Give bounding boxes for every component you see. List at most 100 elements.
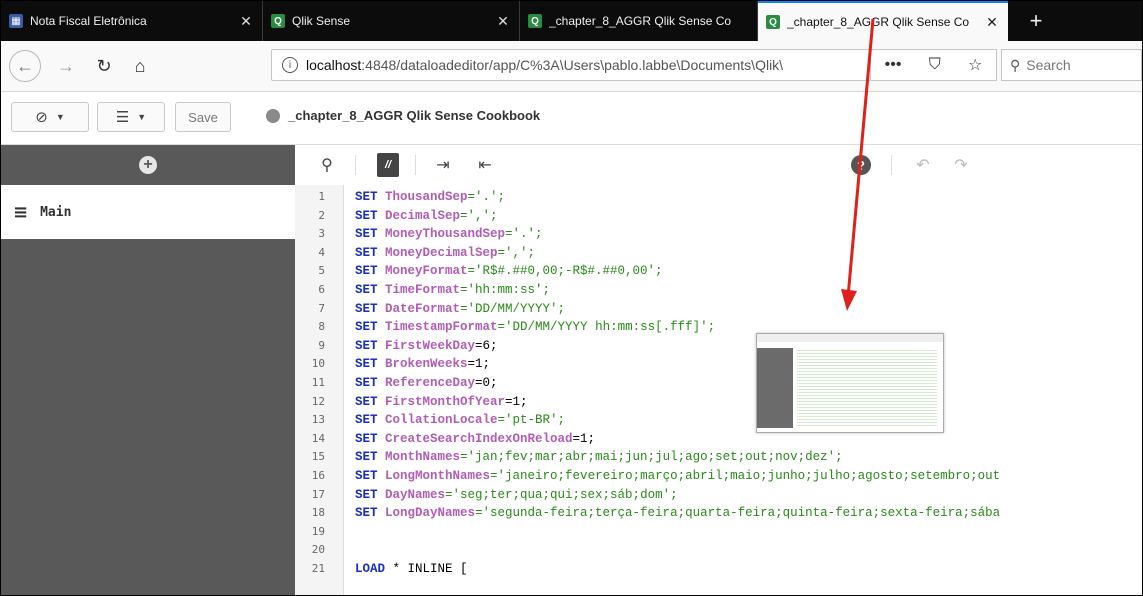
app-title: _chapter_8_AGGR Qlik Sense Cookbook: [266, 108, 540, 123]
code-line[interactable]: SET MonthNames='jan;fev;mar;abr;mai;jun;…: [355, 448, 843, 467]
global-menu-button[interactable]: ☰ ▼: [97, 102, 165, 132]
search-icon[interactable]: ⚲: [315, 153, 339, 177]
search-placeholder: Search: [1026, 57, 1071, 73]
code-line[interactable]: SET TimestampFormat='DD/MM/YYYY hh:mm:ss…: [355, 318, 715, 337]
code-value: ='DD/MM/YYYY';: [460, 301, 566, 316]
list-menu-icon: ☰: [115, 109, 130, 126]
tab-title: _chapter_8_AGGR Qlik Sense Co: [549, 14, 732, 28]
tab-strip: ▦ Nota Fiscal Eletrônica ✕ Q Qlik Sense …: [1, 1, 1142, 41]
code-keyword: LOAD: [355, 562, 386, 576]
code-keyword: SET: [355, 320, 386, 335]
code-variable: FirstWeekDay: [385, 338, 476, 353]
code-value: =',';: [460, 208, 498, 223]
thumbnail-sidebar: [757, 348, 793, 428]
tab-chapter-8-inactive[interactable]: Q _chapter_8_AGGR Qlik Sense Co: [520, 1, 758, 41]
more-actions-icon[interactable]: •••: [885, 56, 902, 74]
code-keyword: SET: [355, 190, 386, 204]
line-number: 8: [318, 320, 325, 334]
code-keyword: SET: [355, 506, 386, 521]
close-tab-icon[interactable]: ✕: [238, 13, 254, 30]
outdent-icon[interactable]: ⇤: [473, 153, 497, 177]
tab-chapter-8-active[interactable]: Q _chapter_8_AGGR Qlik Sense Co ✕: [758, 1, 1008, 41]
home-icon: ⌂: [134, 55, 146, 76]
code-line[interactable]: SET FirstWeekDay=6;: [355, 337, 498, 356]
code-keyword: SET: [355, 283, 386, 297]
new-tab-button[interactable]: +: [1016, 1, 1056, 41]
forward-button[interactable]: →: [51, 51, 81, 81]
code-line[interactable]: SET TimeFormat='hh:mm:ss';: [355, 281, 550, 300]
code-line[interactable]: SET BrokenWeeks=1;: [355, 355, 490, 374]
code-line[interactable]: SET ThousandSep='.';: [355, 188, 505, 207]
code-line[interactable]: SET FirstMonthOfYear=1;: [355, 393, 528, 412]
line-number: 14: [311, 431, 325, 445]
line-number: 5: [318, 264, 325, 278]
code-line[interactable]: SET CreateSearchIndexOnReload=1;: [355, 430, 595, 449]
add-section-plus-icon[interactable]: +: [139, 156, 157, 174]
code-keyword: SET: [355, 357, 386, 372]
comment-toggle-icon[interactable]: //: [377, 153, 399, 177]
code-line[interactable]: SET DateFormat='DD/MM/YYYY';: [355, 300, 565, 319]
tab-nota-fiscal[interactable]: ▦ Nota Fiscal Eletrônica ✕: [1, 1, 263, 41]
indent-icon[interactable]: ⇥: [431, 153, 455, 177]
save-button[interactable]: Save: [175, 102, 231, 132]
browser-window: ▦ Nota Fiscal Eletrônica ✕ Q Qlik Sense …: [0, 0, 1143, 596]
reload-icon: ↻: [96, 55, 112, 76]
code-variable: DayNames: [385, 487, 446, 502]
close-tab-icon[interactable]: ✕: [495, 13, 511, 30]
line-number: 12: [311, 394, 325, 408]
search-input[interactable]: ⚲ Search: [1001, 49, 1142, 81]
code-line[interactable]: SET DayNames='seg;ter;qua;qui;sex;sáb;do…: [355, 486, 678, 505]
qlik-favicon-icon: Q: [766, 15, 780, 29]
thumbnail-code: [797, 348, 937, 428]
drag-handle-icon[interactable]: ≡: [13, 202, 28, 223]
undo-icon[interactable]: ↶: [911, 153, 935, 177]
code-line[interactable]: SET MoneyFormat='R$#.##0,00;-R$#.##0,00'…: [355, 262, 663, 281]
line-number: 3: [318, 227, 325, 241]
redo-icon[interactable]: ↷: [949, 153, 973, 177]
code-line[interactable]: SET DecimalSep=',';: [355, 207, 498, 226]
code-variable: TimeFormat: [385, 283, 461, 297]
url-bar[interactable]: i localhost:4848/dataloadeditor/app/C%3A…: [271, 49, 871, 81]
code-keyword: SET: [355, 413, 386, 428]
info-icon[interactable]: i: [282, 57, 298, 73]
bookmark-star-icon[interactable]: ☆: [968, 55, 982, 75]
toolbar-divider: [415, 155, 416, 175]
code-line[interactable]: SET CollationLocale='pt-BR';: [355, 411, 565, 430]
chevron-down-icon: ▼: [55, 112, 65, 122]
line-number: 11: [311, 376, 325, 389]
code-keyword: SET: [355, 264, 386, 279]
code-line[interactable]: SET LongMonthNames='janeiro;fevereiro;ma…: [355, 467, 1000, 486]
close-tab-icon[interactable]: ✕: [984, 14, 1000, 31]
code-keyword: SET: [355, 450, 386, 465]
navigation-menu-button[interactable]: ⊘ ▼: [11, 102, 89, 132]
code-line[interactable]: SET ReferenceDay=0;: [355, 374, 498, 393]
home-button[interactable]: ⌂: [125, 51, 155, 81]
toolbar-divider: [355, 155, 356, 175]
sections-panel: ≡ Main: [1, 185, 295, 595]
code-line[interactable]: SET LongDayNames='segunda-feira;terça-fe…: [355, 504, 1000, 523]
back-button[interactable]: ←: [9, 50, 41, 82]
pocket-icon[interactable]: ⛉: [929, 56, 941, 74]
section-item-main[interactable]: ≡ Main: [1, 185, 295, 239]
reload-button[interactable]: ↻: [89, 51, 119, 81]
code-value: * INLINE [: [385, 562, 468, 576]
script-editor[interactable]: 1 2 3 4 5 6 7 8 9 10 11 12 13 14 15 16 17 18 19 20 21 SET Th…: [295, 185, 1142, 595]
code-line[interactable]: SET MoneyDecimalSep=',';: [355, 244, 535, 263]
code-variable: TimestampFormat: [385, 320, 498, 335]
qlik-favicon-icon: Q: [271, 14, 285, 28]
code-variable: MonthNames: [385, 450, 461, 465]
code-keyword: SET: [355, 245, 386, 260]
section-label: Main: [40, 204, 72, 220]
code-variable: LongDayNames: [385, 506, 476, 521]
tab-title: _chapter_8_AGGR Qlik Sense Co: [787, 15, 970, 29]
app-status-icon: [266, 108, 280, 123]
code-variable: CollationLocale: [385, 413, 498, 428]
code-value: =1;: [572, 431, 596, 446]
tab-qlik-sense[interactable]: Q Qlik Sense ✕: [263, 1, 520, 41]
line-number: 18: [311, 506, 325, 520]
code-line[interactable]: LOAD * INLINE [: [355, 560, 468, 579]
code-keyword: SET: [355, 301, 386, 316]
code-line[interactable]: SET MoneyThousandSep='.';: [355, 225, 543, 244]
help-icon[interactable]: ?: [851, 155, 871, 175]
search-icon: ⚲: [1010, 56, 1021, 73]
